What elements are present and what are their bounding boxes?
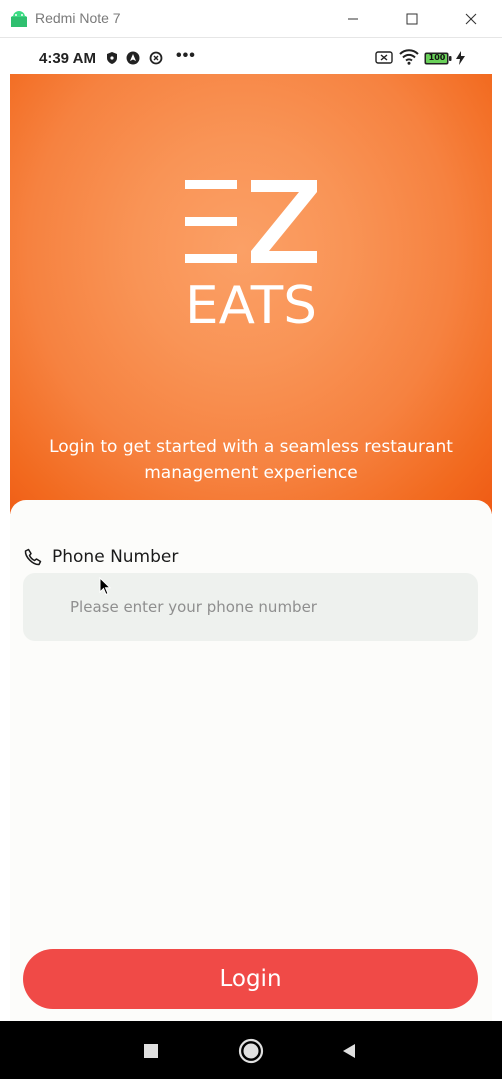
no-sim-icon <box>375 51 393 64</box>
minimize-button[interactable] <box>330 4 376 34</box>
shield-icon <box>107 52 117 64</box>
status-time: 4:39 AM <box>39 50 96 67</box>
window-title: Redmi Note 7 <box>35 10 121 26</box>
phone-screen: 4:39 AM ••• 100 EATS Login to get starte… <box>10 38 492 1021</box>
navigation-app-icon <box>126 51 140 65</box>
charging-bolt-icon <box>456 51 465 65</box>
phone-field-header: Phone Number <box>23 545 178 569</box>
android-app-icon <box>11 11 27 27</box>
recents-button[interactable] <box>137 1037 165 1065</box>
back-button[interactable] <box>335 1037 363 1065</box>
recents-icon <box>144 1044 158 1058</box>
login-form-sheet: Phone Number Login <box>10 500 492 1021</box>
logo-wordmark: EATS <box>185 276 317 328</box>
more-notifications-indicator: ••• <box>176 47 196 64</box>
data-saver-icon <box>149 51 163 65</box>
maximize-icon <box>406 13 418 25</box>
battery-level: 100 <box>428 53 446 62</box>
close-button[interactable] <box>448 4 494 34</box>
maximize-button[interactable] <box>389 4 435 34</box>
phone-number-input[interactable] <box>23 573 478 641</box>
ez-eats-logo: EATS <box>185 180 317 328</box>
login-button[interactable]: Login <box>23 949 478 1009</box>
minimize-icon <box>348 18 358 20</box>
home-button[interactable] <box>237 1037 265 1065</box>
window-titlebar: Redmi Note 7 <box>0 0 502 38</box>
hero-banner: EATS Login to get started with a seamles… <box>10 74 492 514</box>
status-bar: 4:39 AM ••• 100 <box>10 38 492 74</box>
phone-number-label: Phone Number <box>52 547 179 567</box>
back-icon <box>343 1044 355 1058</box>
wifi-icon <box>399 49 419 65</box>
login-tagline: Login to get started with a seamless res… <box>49 437 453 483</box>
mouse-cursor-icon <box>99 577 112 596</box>
android-nav-bar <box>0 1021 502 1079</box>
close-icon <box>465 13 477 25</box>
phone-icon <box>24 548 42 566</box>
home-icon <box>238 1038 264 1064</box>
